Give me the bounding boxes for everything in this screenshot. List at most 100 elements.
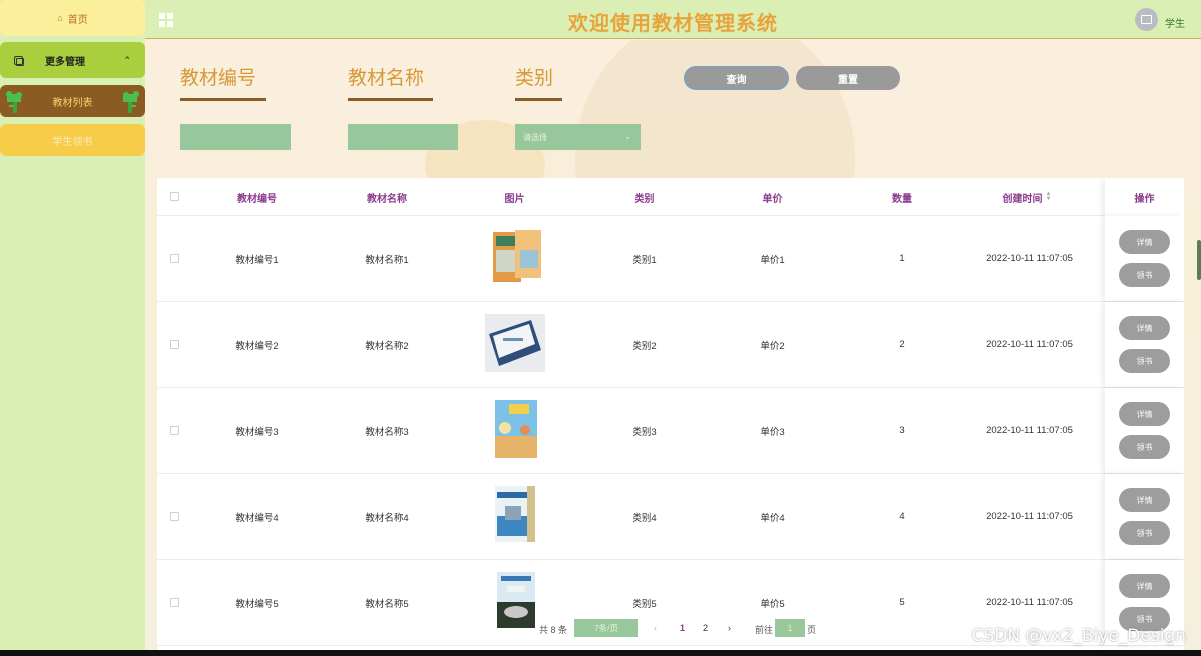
table-row: 教材编号1 教材名称1 类别1 单价1 1 2022-10-11 11:07:0…	[157, 216, 1184, 302]
quantity-cell: 5	[899, 597, 905, 608]
detail-button[interactable]: 详情	[1119, 230, 1170, 254]
row-checkbox[interactable]	[170, 598, 179, 607]
page-number[interactable]: 1	[680, 623, 685, 633]
row-checkbox[interactable]	[170, 340, 179, 349]
row-checkbox[interactable]	[170, 512, 179, 521]
quantity-cell: 3	[899, 425, 905, 436]
sidebar-item-label: 首页	[67, 14, 88, 26]
op-cell: 详情 领书	[1105, 302, 1184, 387]
select-all-checkbox[interactable]	[170, 192, 179, 201]
avatar[interactable]	[1135, 8, 1158, 31]
sidebar-item-label: 学生领书	[52, 136, 93, 148]
borrow-button[interactable]: 领书	[1119, 349, 1170, 373]
detail-button[interactable]: 详情	[1119, 574, 1170, 598]
category-cell: 类别4	[632, 512, 657, 524]
sidebar: ⌂ 首页 更多管理 ⌃ 教材列表 学生领书	[0, 0, 145, 650]
reset-button[interactable]: 重置	[796, 66, 900, 90]
column-header: 操作	[1134, 193, 1155, 205]
price-cell: 单价3	[760, 426, 785, 438]
created-time-cell: 2022-10-11 11:07:05	[986, 511, 1073, 522]
chevron-down-icon: ⌄	[624, 132, 631, 141]
row-checkbox[interactable]	[170, 254, 179, 263]
column-header-sortable[interactable]: 创建时间 ▲ ▼	[957, 178, 1097, 216]
code-cell: 教材编号2	[235, 340, 279, 352]
sidebar-item-home[interactable]: ⌂ 首页	[0, 0, 145, 36]
sort-icon[interactable]: ▲ ▼	[1046, 191, 1052, 202]
price-cell: 单价4	[760, 512, 785, 524]
column-header: 教材名称	[367, 193, 407, 205]
search-label-category: 类别	[515, 67, 554, 89]
search-label-code: 教材编号	[180, 67, 257, 89]
code-input[interactable]	[180, 124, 291, 150]
top-header: 欢迎使用教材管理系统 学生	[145, 0, 1201, 39]
goto-label: 前往	[755, 625, 774, 635]
table-row: 教材编号2 教材名称2 类别2 单价2 2 2022-10-11 11:07:0…	[157, 302, 1184, 388]
quantity-cell: 1	[899, 253, 905, 264]
select-placeholder: 请选择	[523, 132, 547, 142]
table-row: 教材编号4 教材名称4 类别4 单价4 4 2022-10-11 11:07:0…	[157, 474, 1184, 560]
sidebar-group-more[interactable]: 更多管理 ⌃	[0, 42, 145, 78]
table-header: 教材编号 教材名称 图片 类别 单价 数量 创建时间 ▲ ▼ 操作	[157, 178, 1184, 216]
created-time-cell: 2022-10-11 11:07:05	[986, 339, 1073, 350]
page-unit-label: 页	[807, 625, 817, 635]
category-cell: 类别1	[632, 254, 657, 266]
sidebar-group-label: 更多管理	[45, 56, 85, 68]
name-cell: 教材名称1	[365, 254, 409, 266]
row-checkbox[interactable]	[170, 426, 179, 435]
code-cell: 教材编号1	[235, 254, 279, 266]
goto-page-input[interactable]: 1	[775, 619, 805, 637]
op-cell: 详情 领书	[1105, 388, 1184, 473]
op-header-cell: 操作	[1105, 178, 1184, 216]
app-title: 欢迎使用教材管理系统	[568, 11, 778, 35]
detail-button[interactable]: 详情	[1119, 488, 1170, 512]
book-cover-image	[485, 314, 545, 372]
name-cell: 教材名称4	[365, 512, 409, 524]
quantity-cell: 2	[899, 339, 905, 350]
book-cover-image	[495, 486, 535, 542]
user-name[interactable]: 学生	[1165, 15, 1185, 30]
name-cell: 教材名称3	[365, 426, 409, 438]
column-header: 数量	[892, 193, 912, 205]
column-header: 单价	[762, 193, 783, 205]
tree-icon	[123, 91, 139, 113]
query-button[interactable]: 查询	[684, 66, 789, 90]
created-time-cell: 2022-10-11 11:07:05	[986, 253, 1073, 264]
next-page-icon[interactable]: ›	[728, 623, 731, 633]
home-icon: ⌂	[57, 13, 63, 23]
column-header: 类别	[634, 193, 655, 205]
sidebar-item-student-borrow[interactable]: 学生领书	[0, 124, 145, 156]
chevron-up-icon: ⌃	[123, 54, 131, 65]
book-cover-image	[493, 230, 541, 282]
scrollbar[interactable]	[1197, 240, 1201, 280]
name-cell: 教材名称5	[365, 598, 409, 610]
detail-button[interactable]: 详情	[1119, 316, 1170, 340]
category-cell: 类别2	[632, 340, 657, 352]
code-cell: 教材编号3	[235, 426, 279, 438]
prev-page-icon[interactable]: ‹	[654, 623, 657, 633]
code-cell: 教材编号4	[235, 512, 279, 524]
column-header-label: 创建时间	[1002, 193, 1043, 205]
category-cell: 类别3	[632, 426, 657, 438]
page-number[interactable]: 2	[703, 623, 708, 633]
search-underline	[180, 98, 266, 101]
column-header: 图片	[504, 193, 525, 205]
search-underline	[348, 98, 433, 101]
detail-button[interactable]: 详情	[1119, 402, 1170, 426]
page-size-select[interactable]: 7条/页	[574, 619, 638, 637]
code-cell: 教材编号5	[235, 598, 279, 610]
book-cover-image	[497, 572, 535, 628]
borrow-button[interactable]: 领书	[1119, 521, 1170, 545]
created-time-cell: 2022-10-11 11:07:05	[986, 425, 1073, 436]
bottom-bar	[0, 650, 1201, 656]
textbook-table: 教材编号 教材名称 图片 类别 单价 数量 创建时间 ▲ ▼ 操作 教材编号1 教…	[157, 178, 1184, 650]
sidebar-item-label: 教材列表	[52, 97, 93, 109]
search-label-name: 教材名称	[348, 67, 425, 89]
name-input[interactable]	[348, 124, 458, 150]
column-header: 教材编号	[237, 193, 277, 205]
borrow-button[interactable]: 领书	[1119, 263, 1170, 287]
borrow-button[interactable]: 领书	[1119, 435, 1170, 459]
tree-icon	[6, 91, 22, 113]
book-cover-image	[495, 400, 537, 458]
category-select[interactable]: 请选择 ⌄	[515, 124, 641, 150]
sidebar-item-textbook-list[interactable]: 教材列表	[0, 85, 145, 117]
